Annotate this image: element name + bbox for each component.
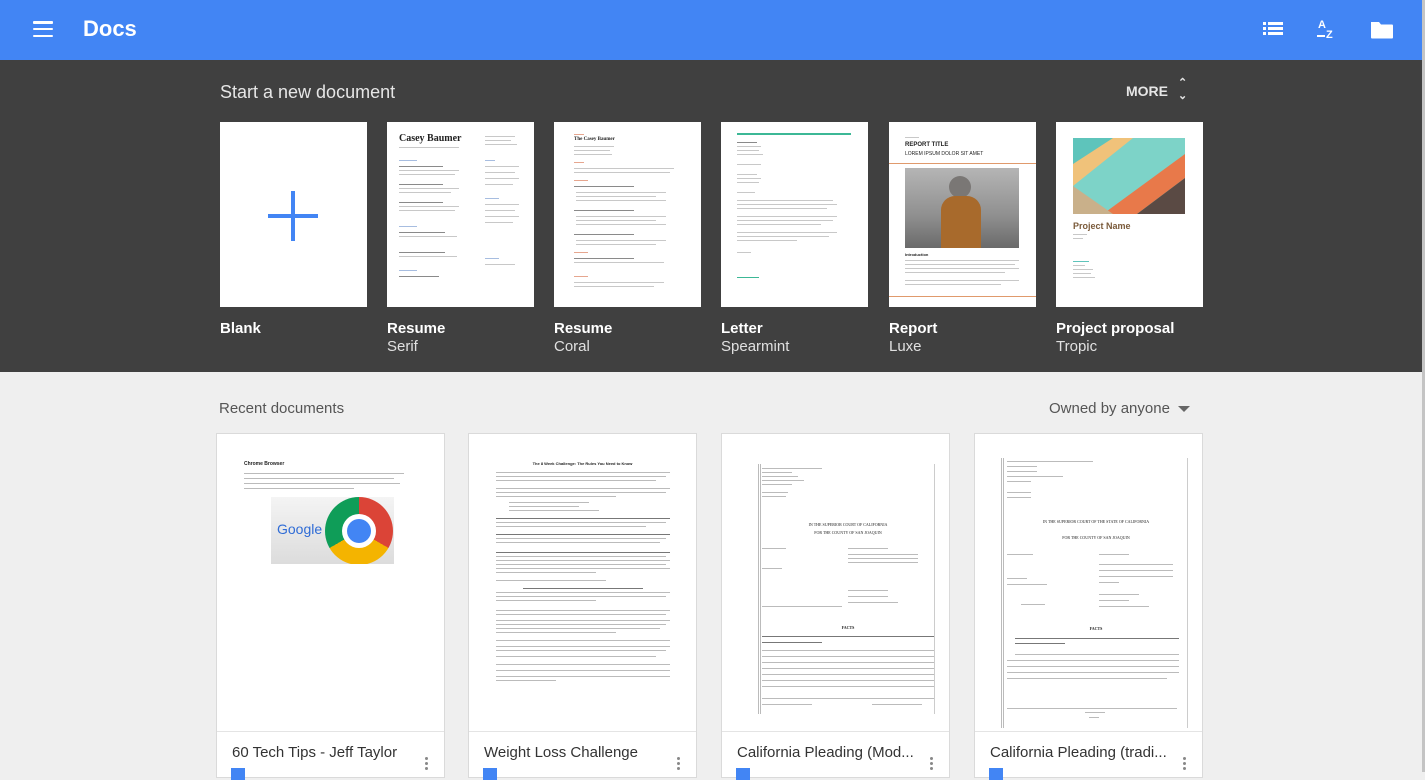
thumbnail-graphic (1073, 138, 1185, 214)
svg-text:Z: Z (1326, 29, 1333, 41)
template-thumbnail: Project Name (1056, 122, 1203, 307)
thumbnail-title: REPORT TITLE (905, 142, 949, 148)
thumbnail-section: Introduction (905, 252, 929, 257)
document-card[interactable]: IN THE SUPERIOR COURT OF THE STATE OF CA… (974, 433, 1203, 780)
owner-filter-dropdown[interactable]: Owned by anyone (1049, 400, 1190, 417)
sort-az-icon[interactable]: A Z (1314, 16, 1340, 42)
template-resume-serif[interactable]: Casey Baumer Resume Serif (387, 122, 534, 355)
template-project-proposal-tropic[interactable]: Project Name Project proposal Tropic (1056, 122, 1203, 355)
template-name: Report (889, 320, 938, 337)
app-title: Docs (83, 16, 137, 41)
template-subname: Luxe (889, 338, 922, 355)
template-report-luxe[interactable]: REPORT TITLE LOREM IPSUM DOLOR SIT AMET … (889, 122, 1036, 355)
template-gallery-heading: Start a new document (220, 82, 396, 102)
thumbnail-heading: Chrome Browser (244, 461, 285, 467)
more-vert-icon[interactable] (1183, 757, 1187, 772)
more-vert-icon[interactable] (677, 757, 681, 772)
top-app-bar: Docs A Z (0, 0, 1422, 60)
thumbnail-title: Project Name (1073, 221, 1131, 231)
menu-icon[interactable] (33, 21, 53, 38)
expand-icon: ⌃ ⌄ (1178, 77, 1188, 102)
document-title: 60 Tech Tips - Jeff Taylor (232, 744, 398, 761)
thumbnail-subheading: FOR THE COUNTY OF SAN JOAQUIN (814, 530, 882, 535)
template-thumbnail: Casey Baumer (387, 122, 534, 307)
thumbnail-subtitle: LOREM IPSUM DOLOR SIT AMET (905, 151, 984, 157)
plus-icon (268, 191, 318, 241)
thumbnail-heading: IN THE SUPERIOR COURT OF CALIFORNIA (808, 522, 888, 527)
template-subname: Tropic (1056, 338, 1098, 355)
document-card[interactable]: IN THE SUPERIOR COURT OF CALIFORNIA FOR … (721, 433, 950, 780)
thumbnail-title: Casey Baumer (399, 133, 462, 144)
document-card[interactable]: The 8 Week Challenge: The Rules You Need… (468, 433, 697, 780)
document-card[interactable]: Chrome Browser Google 60 Tech Tips - Jef… (216, 433, 445, 780)
template-name: Project proposal (1056, 320, 1175, 337)
template-gallery: Start a new document MORE ⌃ ⌄ Blank Casey… (0, 60, 1422, 372)
template-subname: Spearmint (721, 338, 790, 355)
template-subname: Coral (554, 338, 590, 355)
template-thumbnail (220, 122, 367, 307)
svg-text:A: A (1318, 19, 1326, 31)
thumbnail-heading: IN THE SUPERIOR COURT OF THE STATE OF CA… (1042, 519, 1150, 524)
more-vert-icon[interactable] (930, 757, 934, 772)
chrome-icon (325, 497, 393, 564)
google-logo-text: Google (277, 521, 323, 537)
template-thumbnail: REPORT TITLE LOREM IPSUM DOLOR SIT AMET … (889, 122, 1036, 307)
owner-filter-label: Owned by anyone (1049, 400, 1170, 417)
thumbnail-heading: The 8 Week Challenge: The Rules You Need… (532, 461, 633, 466)
list-view-icon[interactable] (1261, 16, 1287, 42)
template-subname: Serif (387, 338, 418, 355)
document-title: California Pleading (Mod... (737, 744, 914, 761)
template-name: Blank (220, 320, 261, 337)
template-name: Resume (387, 320, 446, 337)
template-thumbnail (721, 122, 868, 307)
thumbnail-facts: FACTS (841, 625, 855, 630)
thumbnail-subheading: FOR THE COUNTY OF SAN JOAQUIN (1062, 535, 1130, 540)
thumbnail-photo (905, 168, 1019, 248)
folder-icon[interactable] (1369, 16, 1395, 42)
template-letter-spearmint[interactable]: Letter Spearmint (721, 122, 868, 355)
recent-documents-heading: Recent documents (219, 400, 345, 417)
document-thumbnail: IN THE SUPERIOR COURT OF CALIFORNIA FOR … (722, 434, 949, 732)
docs-file-icon (736, 768, 750, 780)
template-thumbnail: The Casey Baumer (554, 122, 701, 307)
more-vert-icon[interactable] (425, 757, 429, 772)
more-templates-label: MORE (1126, 83, 1168, 99)
more-templates-button[interactable]: MORE ⌃ ⌄ (1126, 76, 1196, 106)
document-thumbnail: Chrome Browser Google (217, 434, 444, 732)
template-name: Letter (721, 320, 763, 337)
docs-file-icon (231, 768, 245, 780)
docs-file-icon (483, 768, 497, 780)
thumbnail-facts: FACTS (1089, 626, 1103, 631)
template-blank[interactable]: Blank (220, 122, 367, 338)
template-name: Resume (554, 320, 613, 337)
document-title: Weight Loss Challenge (484, 744, 638, 761)
google-chrome-banner: Google (271, 497, 394, 564)
document-thumbnail: IN THE SUPERIOR COURT OF THE STATE OF CA… (975, 434, 1202, 732)
document-title: California Pleading (tradi... (990, 744, 1167, 761)
template-resume-coral[interactable]: The Casey Baumer Resume Coral (554, 122, 701, 355)
thumbnail-title: The Casey Baumer (574, 137, 615, 142)
dropdown-caret-icon (1177, 406, 1190, 413)
document-thumbnail: The 8 Week Challenge: The Rules You Need… (469, 434, 696, 732)
docs-file-icon (989, 768, 1003, 780)
